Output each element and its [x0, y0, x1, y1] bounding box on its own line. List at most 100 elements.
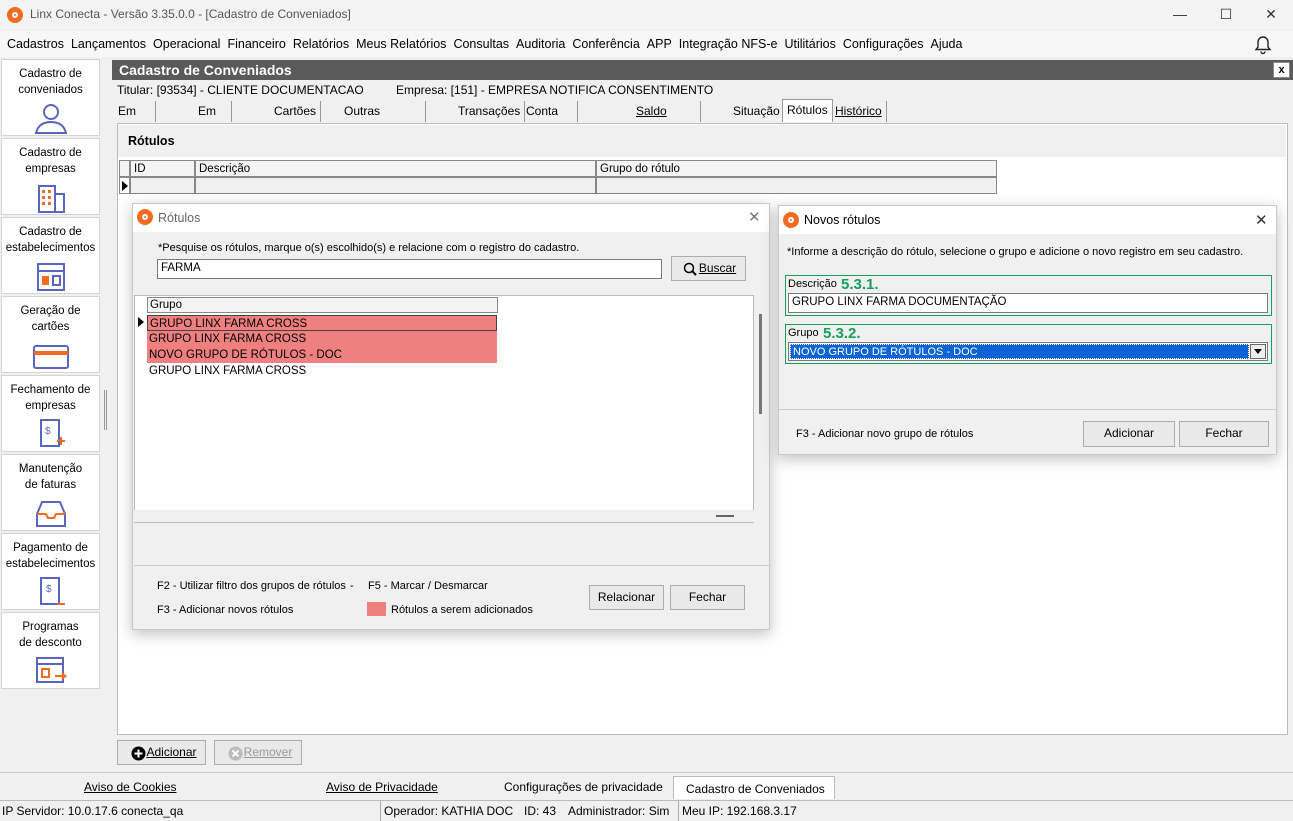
fechar-button[interactable]: Fechar [670, 585, 745, 610]
tab-historico[interactable]: Histórico [831, 101, 887, 122]
descricao-input[interactable]: GRUPO LINX FARMA DOCUMENTAÇÃO [788, 293, 1268, 313]
sidebar-item-fechamento[interactable]: Fechamento de empresas $ [1, 375, 100, 452]
tab-saldo[interactable]: Saldo Conv./Cart. [632, 101, 701, 138]
sidebar-item-label: Manutenção [18, 463, 83, 475]
privacy-link[interactable]: Aviso de Privacidade [326, 780, 438, 794]
open-form-tab[interactable]: Cadastro de Conveniados [673, 776, 835, 799]
list-item[interactable]: NOVO GRUPO DE RÓTULOS - DOC [147, 347, 497, 363]
list-item[interactable]: GRUPO LINX FARMA CROSS [147, 363, 497, 379]
plus-circle-icon [131, 746, 146, 761]
rotulos-search-dialog: Rótulos ✕ *Pesquise os rótulos, marque o… [132, 203, 770, 630]
search-button[interactable]: Buscar [671, 256, 746, 281]
rotulos-heading: Rótulos [128, 134, 175, 148]
bottom-bar: Aviso de Cookies Aviso de Privacidade Co… [0, 772, 1293, 799]
table-row[interactable] [195, 177, 596, 194]
f3-hint: F3 - Adicionar novo grupo de rótulos [796, 428, 974, 440]
bell-icon[interactable] [1254, 35, 1272, 55]
menu-financeiro[interactable]: Financeiro [224, 31, 289, 57]
building-icon [37, 185, 65, 213]
discount-icon [35, 657, 67, 683]
dialog-title: Novos rótulos [804, 213, 881, 227]
sidebar-item-cartoes[interactable]: Geração de cartões [1, 296, 100, 373]
tab-conta-corrente[interactable]: Conta Corrente (F12) [522, 101, 578, 158]
form-title: Cadastro de Conveniados [112, 60, 1293, 80]
chevron-down-icon[interactable] [1250, 344, 1266, 359]
column-descricao[interactable]: Descrição [195, 160, 596, 177]
hint-separator: - [350, 580, 354, 592]
column-grupo[interactable]: Grupo do rótulo [596, 160, 997, 177]
sidebar-item-label: estabelecimentos [5, 558, 96, 570]
close-window-button[interactable]: ✕ [1261, 5, 1281, 23]
sidebar-item-pagamento[interactable]: Pagamento de estabelecimentos $ [1, 533, 100, 610]
column-grupo[interactable]: Grupo [147, 297, 498, 313]
adicionar-button[interactable]: Adicionar [1083, 421, 1175, 447]
menu-app[interactable]: APP [644, 31, 676, 57]
close-icon[interactable]: ✕ [1255, 211, 1268, 229]
tab-em-ficha[interactable]: Em Ficha (F7) [194, 101, 233, 158]
app-logo-icon [7, 7, 23, 23]
tab-outras-configuracoes[interactable]: Outras Configurações [340, 101, 427, 138]
cookies-link[interactable]: Aviso de Cookies [84, 780, 177, 794]
menu-auditoria[interactable]: Auditoria [513, 31, 569, 57]
tab-em-grade[interactable]: Em Grade (F3) [114, 101, 157, 158]
payment-icon: $ [39, 577, 65, 605]
sidebar-item-label: conveniados [18, 84, 83, 96]
novos-rotulos-dialog: Novos rótulos ✕ *Informe a descrição do … [778, 205, 1277, 455]
tab-transacoes[interactable]: Transações [454, 101, 526, 122]
search-input[interactable]: FARMA [157, 259, 662, 279]
horizontal-scrollbar[interactable] [134, 510, 754, 522]
grupo-selected-value: NOVO GRUPO DE RÓTULOS - DOC [790, 344, 1249, 359]
close-icon[interactable]: ✕ [748, 208, 761, 226]
relacionar-button[interactable]: Relacionar [589, 585, 664, 610]
titular-info: Titular: [93534] - CLIENTE DOCUMENTACAO [117, 83, 364, 97]
menu-configuracoes[interactable]: Configurações [840, 31, 928, 57]
menu-relatorios[interactable]: Relatórios [290, 31, 353, 57]
sidebar-item-conveniados[interactable]: Cadastro de conveniados [1, 59, 100, 136]
tab-cartoes[interactable]: Cartões (F8) [270, 101, 322, 138]
status-bar: IP Servidor: 10.0.17.6 conecta_qa Operad… [0, 800, 1293, 821]
invoice-close-icon: $ [39, 419, 65, 447]
menu-operacional[interactable]: Operacional [150, 31, 224, 57]
splitter-handle[interactable] [104, 390, 107, 430]
add-button[interactable]: Adicionar [117, 740, 206, 765]
sidebar-item-label: empresas [25, 163, 76, 175]
divider [779, 409, 1276, 410]
sidebar-item-empresas[interactable]: Cadastro de empresas [1, 138, 100, 215]
inbox-icon [35, 501, 66, 527]
f5-hint: F5 - Marcar / Desmarcar [368, 580, 488, 592]
menu-cadastros[interactable]: Cadastros [4, 31, 68, 57]
menu-utilitarios[interactable]: Utilitários [781, 31, 839, 57]
menu-meus-relatorios[interactable]: Meus Relatórios [353, 31, 450, 57]
grupo-select[interactable]: NOVO GRUPO DE RÓTULOS - DOC [788, 342, 1268, 361]
title-bar: Linx Conecta - Versão 3.35.0.0 - [Cadast… [0, 0, 1293, 30]
remove-button[interactable]: Remover [214, 740, 302, 765]
tab-rotulos[interactable]: Rótulos [782, 99, 833, 122]
form-close-button[interactable]: x [1273, 62, 1290, 78]
maximize-button[interactable]: ☐ [1216, 5, 1236, 23]
privacy-config-link[interactable]: Configurações de privacidade [504, 780, 663, 794]
descricao-label: Descrição [788, 278, 837, 290]
scrollbar[interactable] [759, 314, 762, 414]
fechar-button[interactable]: Fechar [1179, 421, 1269, 447]
menu-lancamentos[interactable]: Lançamentos [68, 31, 150, 57]
minimize-button[interactable]: — [1170, 5, 1190, 23]
sidebar-item-estabelecimentos[interactable]: Cadastro de estabelecimentos [1, 217, 100, 294]
table-row[interactable] [130, 177, 195, 194]
menu-conferencia[interactable]: Conferência [569, 31, 643, 57]
menu-integracao-nfse[interactable]: Integração NFS-e [676, 31, 782, 57]
list-item[interactable]: GRUPO LINX FARMA CROSS [147, 331, 497, 347]
id-status: ID: 43 [524, 804, 557, 818]
column-id[interactable]: ID [130, 160, 195, 177]
sidebar-item-faturas[interactable]: Manutenção de faturas [1, 454, 100, 531]
f3-hint: F3 - Adicionar novos rótulos [157, 604, 294, 616]
list-item[interactable]: GRUPO LINX FARMA CROSS [147, 315, 497, 331]
menu-consultas[interactable]: Consultas [450, 31, 513, 57]
scroll-thumb[interactable] [716, 515, 734, 517]
sidebar-item-label: Pagamento de [13, 542, 88, 554]
sidebar-item-label: Geração de [20, 305, 81, 317]
sidebar-item-desconto[interactable]: Programas de desconto [1, 612, 100, 689]
tab-situacao[interactable]: Situação [729, 101, 785, 122]
menu-ajuda[interactable]: Ajuda [927, 31, 966, 57]
step-label: 5.3.2. [823, 325, 861, 342]
table-row[interactable] [596, 177, 997, 194]
